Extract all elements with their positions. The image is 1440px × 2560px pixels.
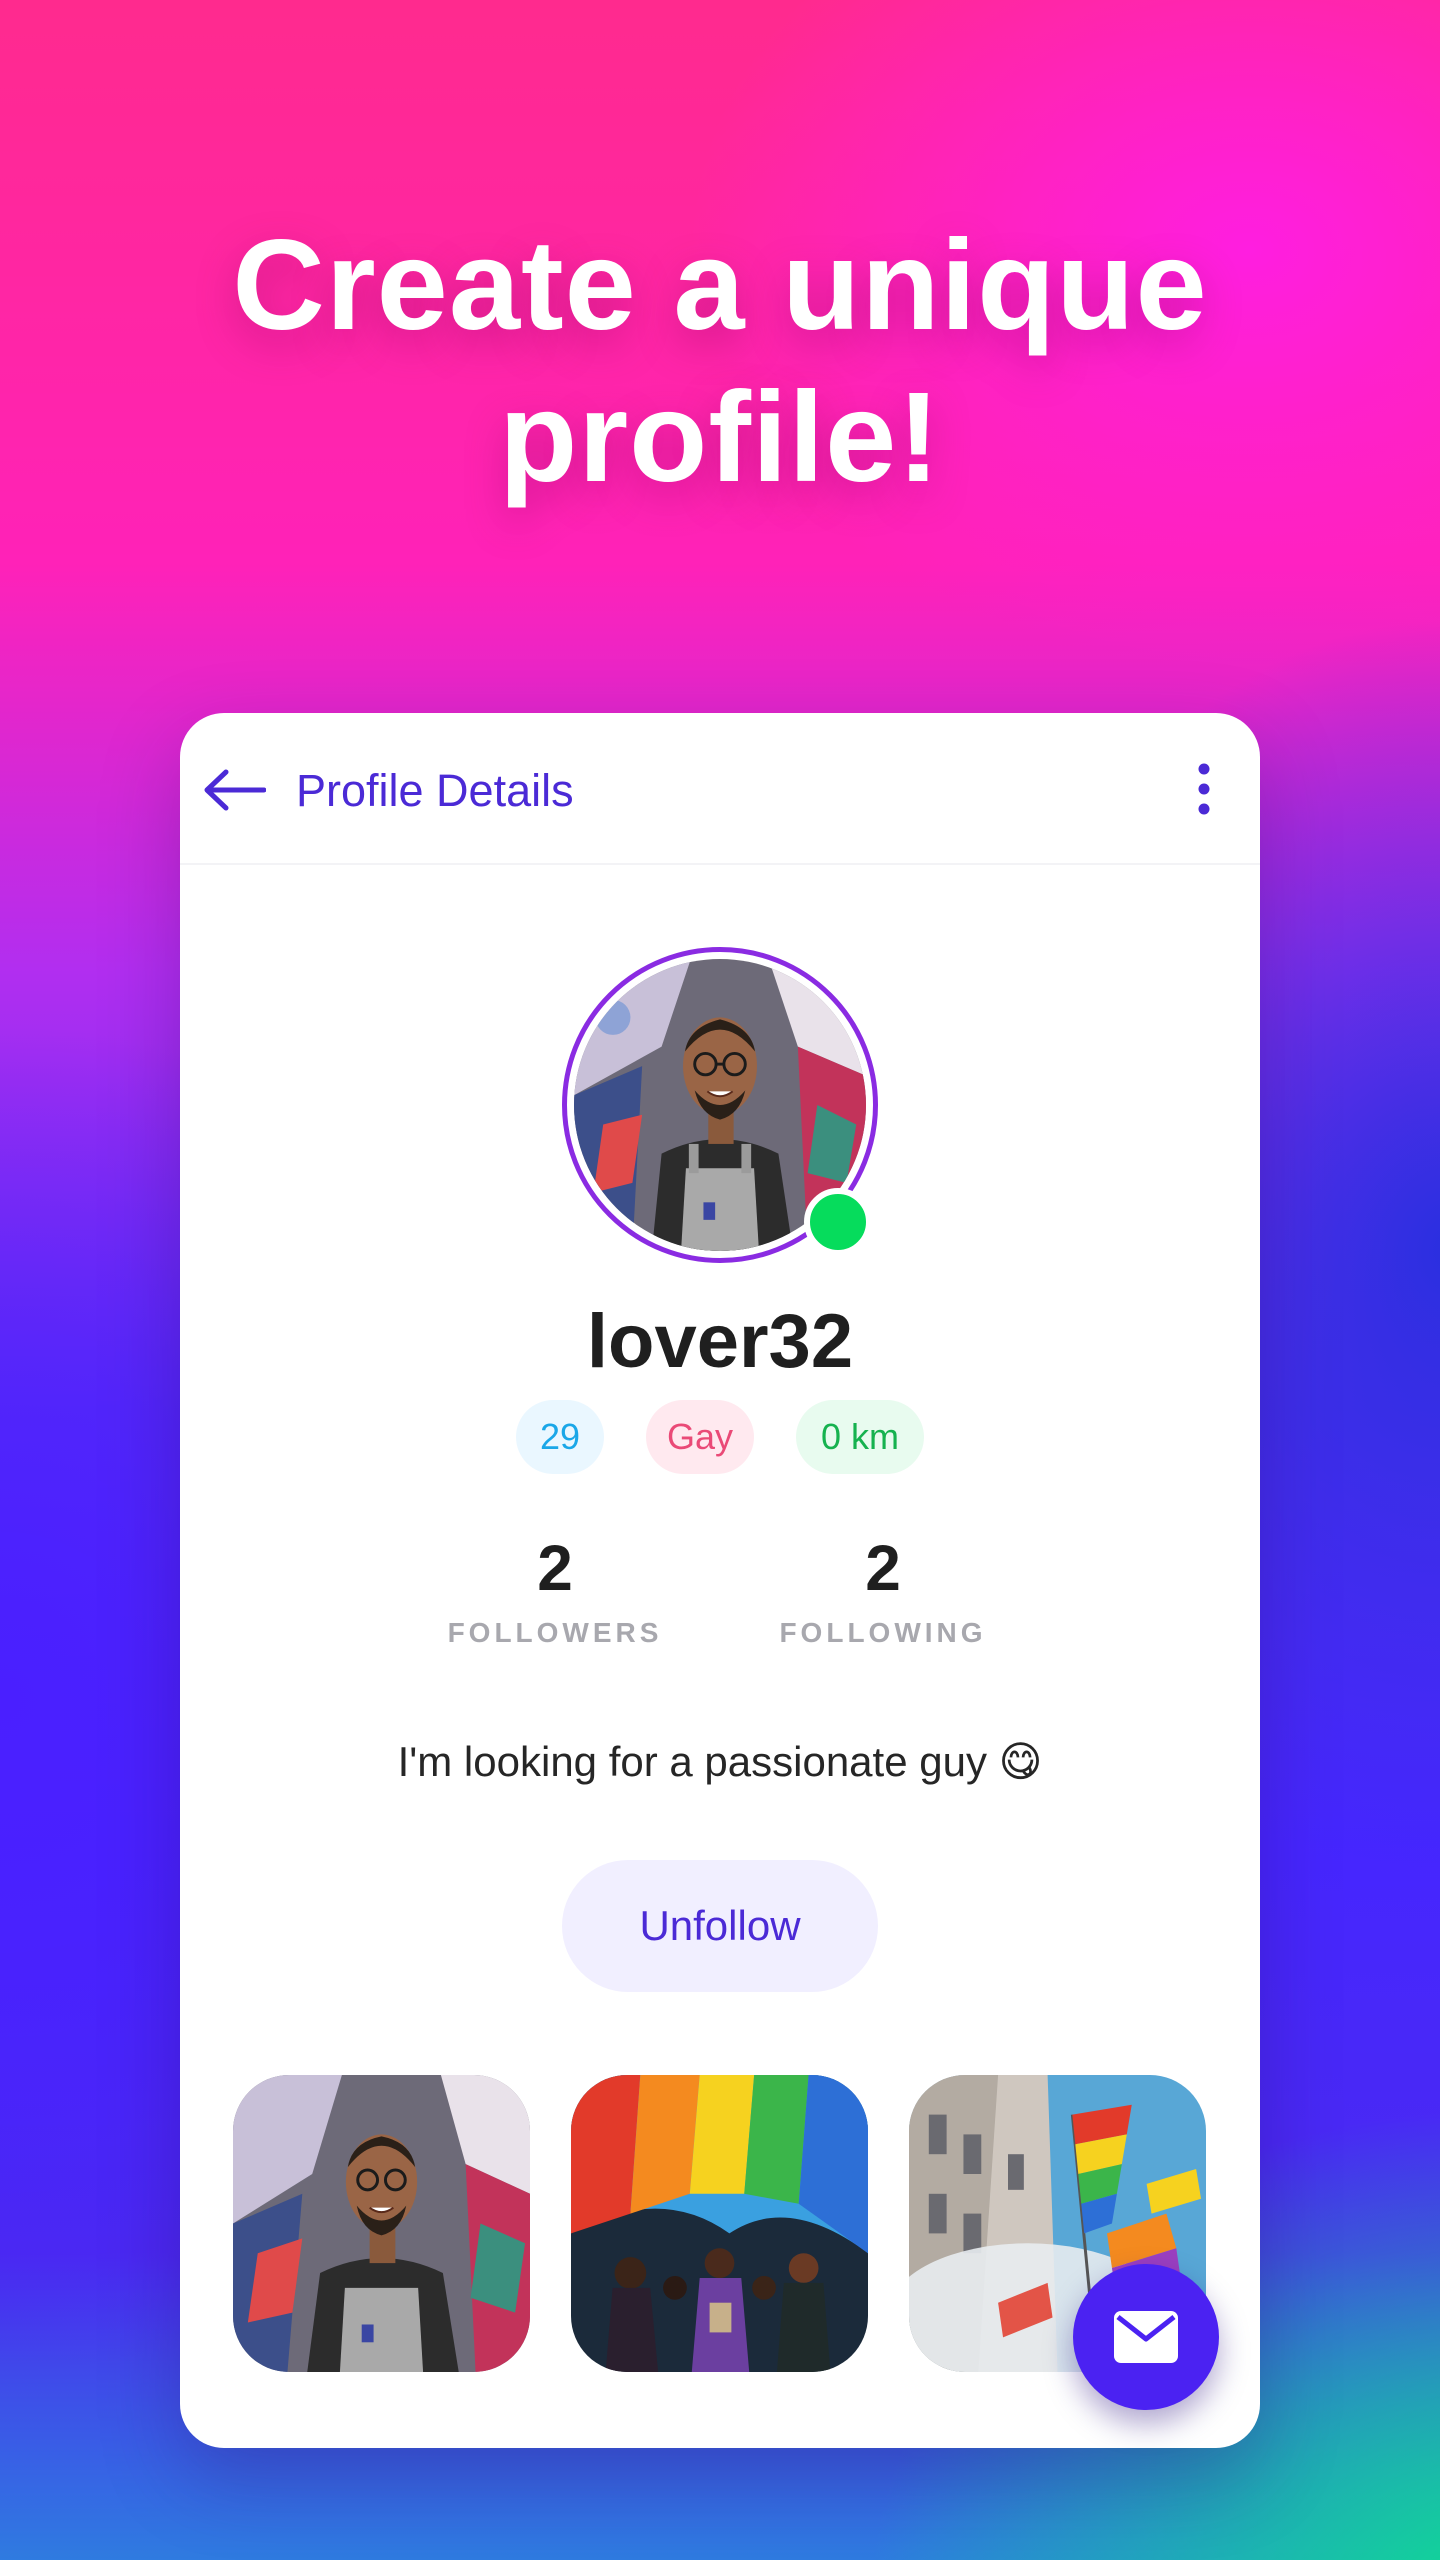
arrow-left-icon[interactable] xyxy=(202,767,266,813)
profile-chips: 29 Gay 0 km xyxy=(180,1400,1260,1474)
following-label: FOLLOWING xyxy=(779,1617,987,1648)
following-stat[interactable]: 2 FOLLOWING xyxy=(753,1533,1013,1649)
headline-line-1: Create a unique xyxy=(232,214,1208,357)
gallery-photo-image xyxy=(571,2075,868,2372)
top-app-bar: Profile Details xyxy=(180,713,1260,865)
message-fab[interactable] xyxy=(1073,2264,1219,2410)
age-chip: 29 xyxy=(516,1400,604,1474)
following-count: 2 xyxy=(865,1532,901,1604)
unfollow-button[interactable]: Unfollow xyxy=(562,1860,878,1992)
followers-stat[interactable]: 2 FOLLOWERS xyxy=(425,1533,685,1649)
followers-count: 2 xyxy=(537,1532,573,1604)
headline-line-2: profile! xyxy=(499,366,941,509)
gallery-photo[interactable] xyxy=(571,2075,868,2372)
headline: Create a unique profile! xyxy=(0,210,1440,514)
orientation-chip: Gay xyxy=(646,1400,754,1474)
more-vertical-icon[interactable] xyxy=(1190,761,1218,817)
page-title: Profile Details xyxy=(296,765,574,816)
mail-icon xyxy=(1114,2311,1178,2363)
online-status-dot xyxy=(804,1188,872,1256)
distance-chip: 0 km xyxy=(796,1400,924,1474)
profile-card: Profile Details lover32 29 Gay 0 km 2 FO… xyxy=(180,713,1260,2448)
gallery-photo-image xyxy=(233,2075,530,2372)
gallery-photo[interactable] xyxy=(233,2075,530,2372)
followers-label: FOLLOWERS xyxy=(447,1617,663,1648)
bio-text: I'm looking for a passionate guy 😋 xyxy=(397,1738,1043,1785)
username: lover32 xyxy=(586,1299,854,1384)
